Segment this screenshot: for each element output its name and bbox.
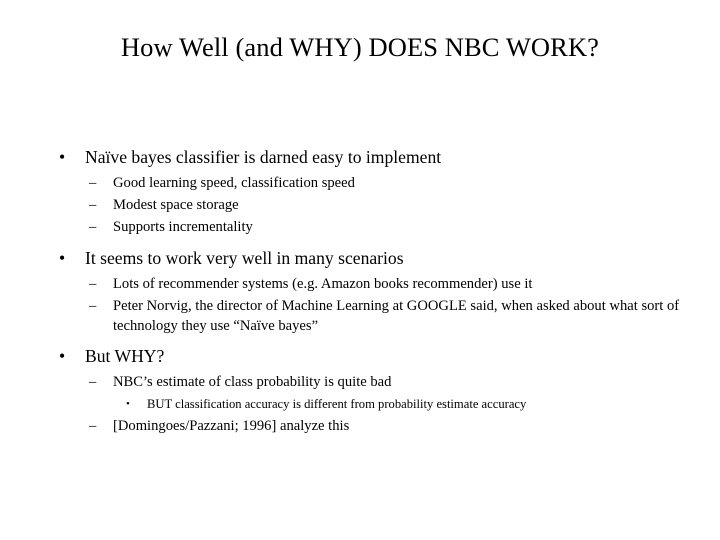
bullet-level3-text: BUT classification accuracy is different… — [147, 397, 527, 412]
slide-canvas: How Well (and WHY) DOES NBC WORK? • Naïv… — [0, 0, 720, 540]
bullet-dash-icon: – — [89, 175, 97, 191]
bullet-level2-text: Modest space storage — [113, 197, 239, 213]
bullet-level2-item: – Peter Norvig, the director of Machine … — [0, 297, 720, 336]
bullet-level3-item: • BUT classification accuracy is differe… — [0, 396, 720, 414]
bullet-level2-item: – Modest space storage — [0, 196, 720, 216]
bullet-level1-text: But WHY? — [85, 346, 165, 367]
bullet-dot-icon: • — [59, 248, 66, 268]
bullet-dot-icon: • — [59, 346, 66, 367]
bullet-level1-item: • It seems to work very well in many sce… — [0, 247, 720, 270]
bullet-dash-icon: – — [89, 298, 97, 314]
bullet-level2-item: – [Domingoes/Pazzani; 1996] analyze this — [0, 417, 720, 437]
bullet-level2-text: Good learning speed, classification spee… — [113, 175, 355, 191]
bullet-level2-text: [Domingoes/Pazzani; 1996] analyze this — [113, 418, 350, 435]
bullet-level2-item: – NBC’s estimate of class probability is… — [0, 373, 720, 393]
bullet-dot-icon: • — [59, 147, 66, 167]
bullet-level2-item: – Lots of recommender systems (e.g. Amaz… — [0, 275, 720, 295]
bullet-dash-icon: – — [89, 197, 97, 213]
bullet-level2-text: Peter Norvig, the director of Machine Le… — [113, 298, 680, 334]
bullet-level1-text: Naïve bayes classifier is darned easy to… — [85, 147, 442, 167]
bullet-level2-text: NBC’s estimate of class probability is q… — [113, 374, 392, 391]
bullet-dash-icon: – — [89, 276, 97, 292]
bullet-level1-item: • But WHY? — [0, 345, 720, 368]
bullet-level2-text: Supports incrementality — [113, 219, 253, 235]
bullet-dash-icon: – — [89, 374, 97, 391]
slide-title: How Well (and WHY) DOES NBC WORK? — [120, 32, 600, 62]
bullet-level2-item: – Good learning speed, classification sp… — [0, 174, 720, 194]
bullet-dash-icon: – — [89, 219, 97, 235]
bullet-level2-text: Lots of recommender systems (e.g. Amazon… — [113, 276, 533, 292]
bullet-level1-text: It seems to work very well in many scena… — [85, 248, 404, 268]
bullet-level1-item: • Naïve bayes classifier is darned easy … — [0, 146, 720, 169]
bullet-dash-icon: – — [89, 418, 97, 435]
slide-body: • Naïve bayes classifier is darned easy … — [0, 146, 720, 437]
bullet-dot-small-icon: • — [126, 398, 130, 411]
bullet-level2-item: – Supports incrementality — [0, 218, 720, 238]
